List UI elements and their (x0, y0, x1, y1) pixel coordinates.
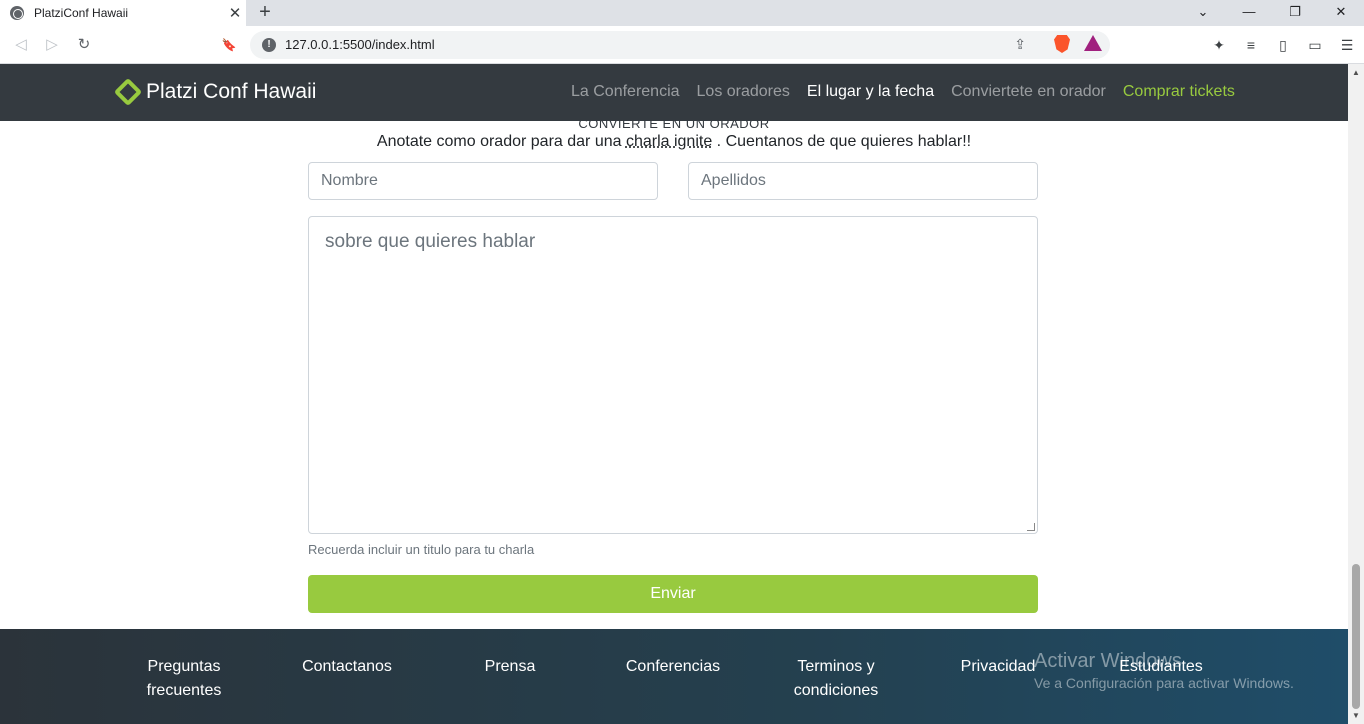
bookmark-icon[interactable]: 🔖 (218, 34, 240, 56)
share-icon[interactable]: ⇪ (1014, 36, 1026, 53)
footer-contactanos[interactable]: Contactanos (282, 655, 412, 679)
playlist-icon[interactable]: ≡ (1240, 34, 1262, 56)
extension-icons: ✦ ≡ ▯ ▭ ☰ (1208, 34, 1358, 56)
address-bar[interactable]: ! 127.0.0.1:5500/index.html ⇪ (250, 31, 1110, 59)
intro-text: Anotate como orador para dar una (376, 133, 626, 150)
footer-label: frecuentes (146, 682, 222, 699)
tab-title: PlatziConf Hawaii (34, 6, 129, 20)
forward-button[interactable]: ▷ (41, 34, 63, 56)
browser-tab-strip: PlatziConf Hawaii ✕ + ⌄ — ❐ ✕ (0, 0, 1364, 26)
submit-button[interactable]: Enviar (308, 575, 1038, 613)
nav-el-lugar[interactable]: El lugar y la fecha (807, 83, 934, 101)
footer-terminos[interactable]: Terminos y condiciones (771, 655, 901, 703)
form-intro: Anotate como orador para dar una charla … (0, 133, 1348, 151)
new-tab-button[interactable]: + (254, 0, 276, 26)
apellidos-input[interactable]: Apellidos (688, 162, 1038, 200)
topic-textarea[interactable]: sobre que quieres hablar (308, 216, 1038, 534)
brand-text: Platzi Conf Hawaii (146, 80, 317, 103)
footer-preguntas-frecuentes[interactable]: Preguntas frecuentes (119, 655, 249, 703)
nav-links: La Conferencia Los oradores El lugar y l… (571, 83, 1235, 101)
nombre-input[interactable]: Nombre (308, 162, 658, 200)
footer-label: condiciones (793, 682, 879, 699)
back-button[interactable]: ◁ (10, 34, 32, 56)
globe-icon (10, 6, 24, 20)
brand-logo[interactable]: Platzi Conf Hawaii (113, 77, 317, 107)
brave-shields-icon[interactable] (1054, 35, 1070, 53)
close-tab-icon[interactable]: ✕ (224, 4, 246, 22)
nav-conviertete[interactable]: Conviertete en orador (951, 83, 1106, 101)
url-text[interactable]: 127.0.0.1:5500/index.html (285, 37, 435, 52)
intro-highlight: charla ignite (625, 133, 713, 150)
topic-placeholder: sobre que quieres hablar (325, 231, 536, 252)
nav-comprar-tickets[interactable]: Comprar tickets (1123, 83, 1235, 101)
platzi-logo-icon (113, 77, 143, 107)
sidebar-icon[interactable]: ▯ (1272, 34, 1294, 56)
footer-prensa[interactable]: Prensa (445, 655, 575, 679)
watermark-title: Activar Windows (1034, 650, 1182, 672)
scroll-up-icon[interactable]: ▲ (1352, 68, 1360, 77)
tab-search-icon[interactable]: ⌄ (1180, 0, 1226, 26)
page-viewport: Platzi Conf Hawaii La Conferencia Los or… (0, 64, 1348, 724)
intro-text-end: . Cuentanos de que quieres hablar!! (712, 133, 972, 150)
brave-rewards-icon[interactable] (1084, 35, 1102, 51)
windows-activation-watermark: Activar Windows Ve a Configuración para … (1034, 650, 1294, 691)
minimize-button[interactable]: — (1226, 0, 1272, 26)
restore-button[interactable]: ❐ (1272, 0, 1318, 26)
page-scrollbar[interactable]: ▲ ▼ (1348, 64, 1364, 724)
footer-conferencias[interactable]: Conferencias (608, 655, 738, 679)
site-navbar: Platzi Conf Hawaii La Conferencia Los or… (0, 64, 1348, 121)
reload-button[interactable]: ↻ (73, 34, 95, 56)
site-info-icon[interactable]: ! (262, 38, 276, 52)
footer-label: Terminos y (797, 658, 875, 675)
window-controls: ⌄ — ❐ ✕ (1180, 0, 1364, 26)
form-help-text: Recuerda incluir un titulo para tu charl… (308, 542, 535, 557)
nav-los-oradores[interactable]: Los oradores (697, 83, 790, 101)
resize-handle[interactable] (1027, 523, 1035, 531)
browser-tab[interactable]: PlatziConf Hawaii ✕ (0, 0, 246, 26)
nav-la-conferencia[interactable]: La Conferencia (571, 83, 680, 101)
scrollbar-thumb[interactable] (1352, 564, 1360, 709)
close-window-button[interactable]: ✕ (1318, 0, 1364, 26)
browser-toolbar: ◁ ▷ ↻ 🔖 ! 127.0.0.1:5500/index.html ⇪ ✦ … (0, 26, 1364, 64)
scroll-down-icon[interactable]: ▼ (1352, 711, 1360, 720)
footer-label: Preguntas (147, 658, 221, 675)
watermark-subtitle: Ve a Configuración para activar Windows. (1034, 675, 1294, 691)
wallet-icon[interactable]: ▭ (1304, 34, 1326, 56)
puzzle-icon[interactable]: ✦ (1208, 34, 1230, 56)
menu-icon[interactable]: ☰ (1336, 34, 1358, 56)
